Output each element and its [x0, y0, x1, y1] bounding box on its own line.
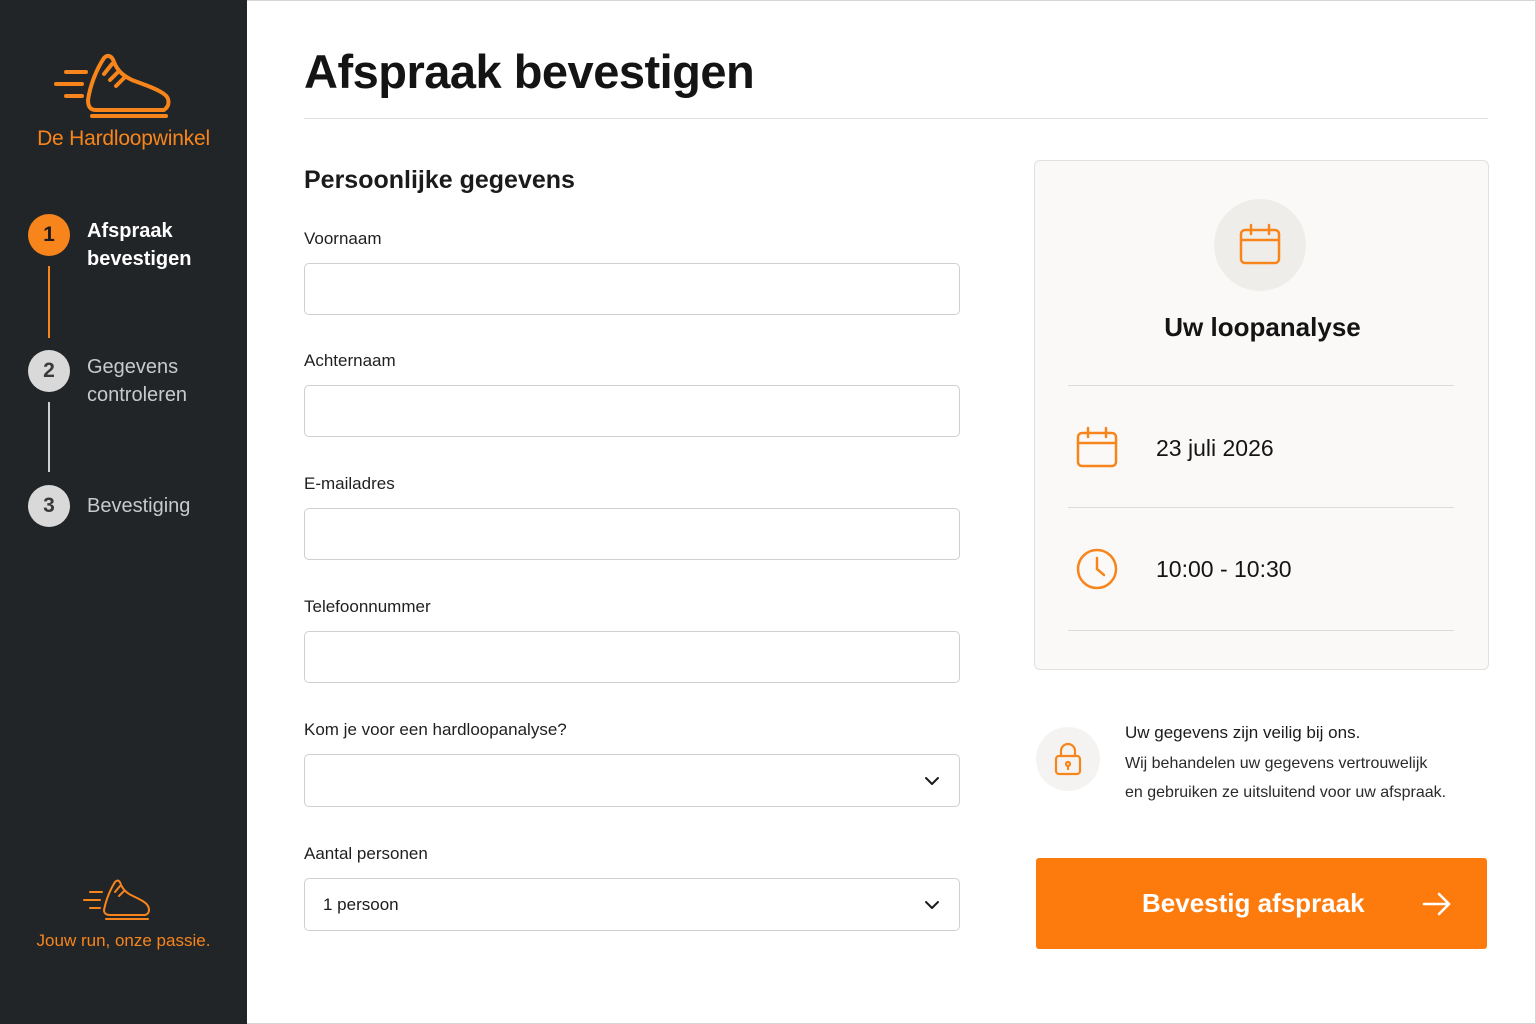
appointment-summary-card: Uw loopanalyse 23 juli 2026 10:00 - 10:3…	[1034, 160, 1489, 670]
step-number: 1	[28, 214, 70, 256]
appointment-time: 10:00 - 10:30	[1156, 556, 1292, 582]
card-title: Uw loopanalyse	[1164, 312, 1361, 342]
persons-select-value: 1 persoon	[323, 894, 399, 914]
first-name-input[interactable]	[304, 263, 960, 315]
phone-label: Telefoonnummer	[304, 597, 431, 616]
persons-label: Aantal personen	[304, 844, 428, 863]
persons-select[interactable]: 1 persoon	[304, 878, 960, 931]
security-text-line2: en gebruiken ze uitsluitend voor uw afsp…	[1125, 784, 1447, 801]
running-shoe-icon	[83, 879, 150, 920]
step-number: 2	[28, 350, 70, 392]
step-label: Afspraak bevestigen	[87, 220, 192, 270]
section-title: Persoonlijke gegevens	[304, 166, 575, 194]
last-name-label: Achternaam	[304, 351, 396, 370]
sidebar: De Hardloopwinkel 1 Afspraak bevestigen …	[0, 0, 247, 1024]
step-label: Bevestiging	[87, 495, 191, 517]
lock-icon	[1054, 742, 1082, 776]
page-title: Afspraak bevestigen	[304, 45, 755, 98]
email-label: E-mailadres	[304, 474, 395, 493]
brand-name: De Hardloopwinkel	[37, 127, 210, 150]
card-divider	[1068, 507, 1454, 508]
card-divider	[1068, 385, 1454, 386]
chevron-down-icon	[925, 901, 939, 909]
confirm-button-label: Bevestig afspraak	[1142, 888, 1365, 918]
last-name-input[interactable]	[304, 385, 960, 437]
tagline: Jouw run, onze passie.	[36, 931, 211, 950]
calendar-icon	[1239, 223, 1281, 265]
arrow-right-icon	[1422, 892, 1451, 916]
confirm-appointment-button[interactable]: Bevestig afspraak	[1036, 858, 1487, 949]
lock-circle	[1036, 727, 1100, 791]
email-input[interactable]	[304, 508, 960, 560]
step-number: 3	[28, 485, 70, 527]
security-text-line1: Wij behandelen uw gegevens vertrouwelijk	[1125, 755, 1428, 772]
step-connector	[48, 266, 50, 338]
calendar-icon	[1076, 426, 1118, 468]
appointment-date: 23 juli 2026	[1156, 435, 1274, 461]
card-divider	[1068, 630, 1454, 631]
first-name-label: Voornaam	[304, 229, 382, 248]
step-connector	[48, 402, 50, 472]
analysis-label: Kom je voor een hardloopanalyse?	[304, 720, 567, 739]
running-shoe-logo-icon	[54, 53, 171, 118]
title-divider	[304, 118, 1488, 119]
clock-icon	[1076, 548, 1118, 590]
chevron-down-icon	[925, 777, 939, 785]
step-label: Gegevens controleren	[87, 356, 188, 406]
analysis-select[interactable]	[304, 754, 960, 807]
security-title: Uw gegevens zijn veilig bij ons.	[1125, 723, 1361, 742]
phone-input[interactable]	[304, 631, 960, 683]
card-icon-circle	[1214, 199, 1306, 291]
